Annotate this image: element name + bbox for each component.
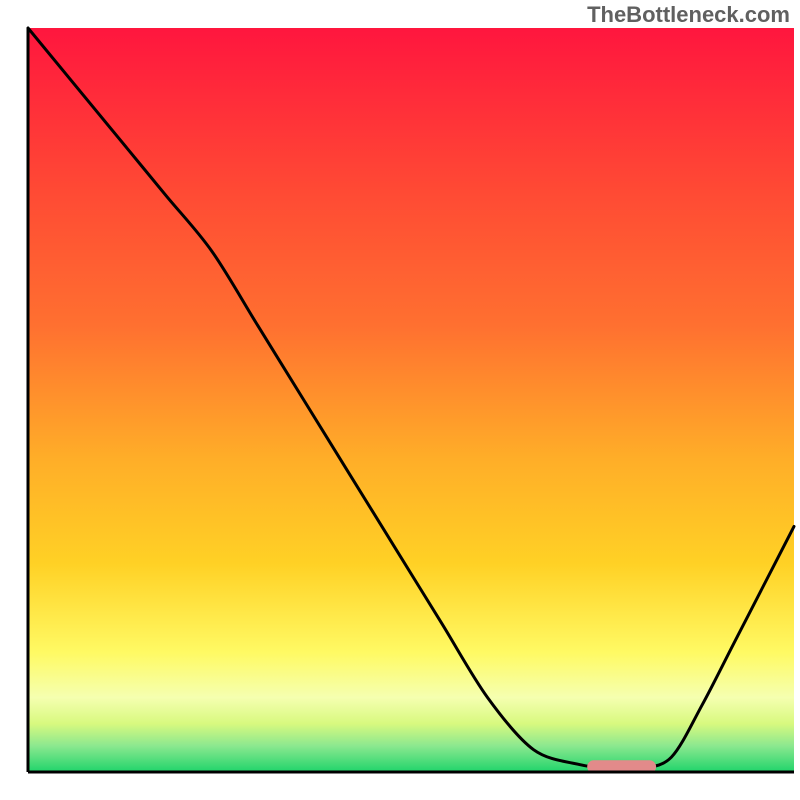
gradient-background [28, 28, 794, 772]
watermark-label: TheBottleneck.com [587, 2, 790, 28]
bottleneck-chart [0, 0, 800, 800]
chart-container: TheBottleneck.com [0, 0, 800, 800]
